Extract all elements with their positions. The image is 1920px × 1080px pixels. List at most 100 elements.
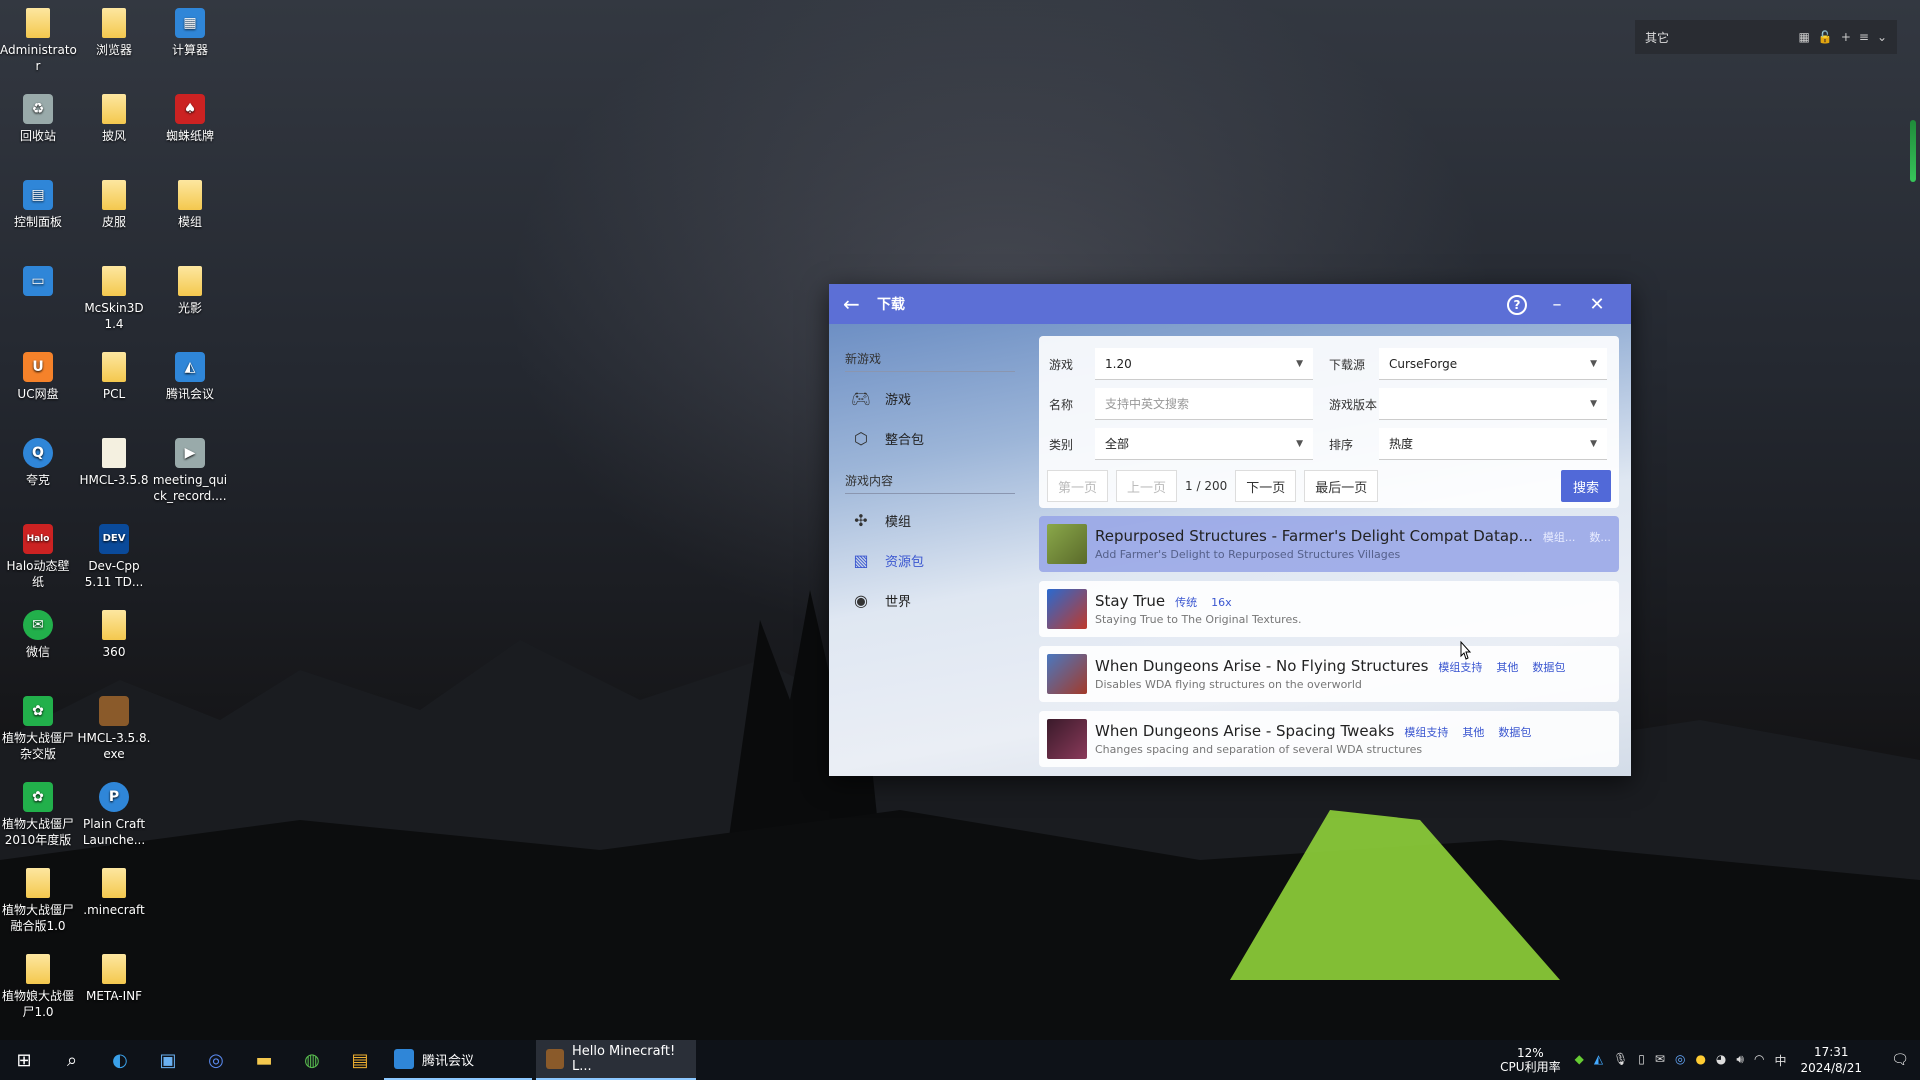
taskbar-app-tencent-meeting[interactable]: 腾讯会议	[384, 1040, 532, 1080]
result-description: Changes spacing and separation of severa…	[1095, 743, 1423, 756]
ime-indicator[interactable]: 中	[1774, 1052, 1786, 1069]
cpu-percent: 12%	[1517, 1046, 1544, 1060]
store-icon[interactable]: ▣	[144, 1040, 192, 1080]
desktop-icon-mods[interactable]: 模组	[152, 180, 228, 230]
game-version-select[interactable]: 1.20 ▼	[1095, 348, 1313, 380]
sidebar-item-mods[interactable]: ✣ 模组	[845, 500, 1015, 540]
desktop-icon-cape[interactable]: 披风	[76, 94, 152, 144]
mail-icon[interactable]: ✉	[1655, 1052, 1665, 1069]
desktop-icon-recycle-bin[interactable]: ♻ 回收站	[0, 94, 76, 144]
browser-icon[interactable]: ◎	[192, 1040, 240, 1080]
sidebar-item-modpack[interactable]: ⬡ 整合包	[845, 418, 1015, 458]
next-page-button[interactable]: 下一页	[1235, 470, 1297, 502]
desktop-icon-shaders[interactable]: 光影	[152, 266, 228, 316]
desktop-icon-spider-solitaire[interactable]: ♠ 蜘蛛纸牌	[152, 94, 228, 144]
desktop-icon-pvz-girl[interactable]: 植物娘大战僵 尸1.0	[0, 954, 76, 1020]
result-thumbnail	[1047, 654, 1087, 694]
desktop-icon-pvz-hybrid[interactable]: ✿ 植物大战僵尸 杂交版	[0, 696, 76, 762]
result-tag: 其他	[1496, 661, 1519, 674]
desktop-icon-label: 回收站	[19, 129, 56, 143]
windows-start-icon[interactable]: ⊞	[0, 1040, 48, 1080]
desktop-icon-uc-drive[interactable]: U UC网盘	[0, 352, 76, 402]
wifi-icon[interactable]: ◠	[1754, 1052, 1764, 1069]
notification-icon[interactable]: 🗨︎	[1880, 1052, 1920, 1068]
close-button[interactable]: ✕	[1577, 294, 1617, 315]
plus-icon[interactable]: +	[1841, 30, 1851, 44]
nvidia-icon[interactable]: ◆	[1575, 1052, 1584, 1069]
sort-select[interactable]: 热度 ▼	[1379, 428, 1607, 460]
desktop-icon-tencent-meeting[interactable]: ◭ 腾讯会议	[152, 352, 228, 402]
usb-icon[interactable]: ▯	[1638, 1052, 1645, 1069]
desktop-icon-hmcl-file[interactable]: HMCL-3.5.8	[76, 438, 152, 488]
desktop-icon-browser[interactable]: 浏览器	[76, 8, 152, 58]
desktop-icon-hmcl-exe[interactable]: HMCL-3.5.8. exe	[76, 696, 152, 762]
sidebar-item-worlds[interactable]: ◉ 世界	[845, 580, 1015, 620]
edge-browser-icon[interactable]: ◐	[96, 1040, 144, 1080]
pcl-launcher-icon: P	[99, 782, 129, 812]
result-tag: 传统	[1175, 596, 1198, 609]
menu-icon[interactable]: ≡	[1859, 30, 1869, 44]
name-search-input[interactable]: 支持中英文搜索	[1095, 388, 1313, 420]
desktop-icon-pvz-fusion[interactable]: 植物大战僵尸 融合版1.0	[0, 868, 76, 934]
list-item[interactable]: Repurposed Structures - Farmer's Delight…	[1039, 516, 1619, 572]
sort-label: 排序	[1329, 437, 1354, 452]
sidebar-item-resourcepacks[interactable]: ▧ 资源包	[845, 540, 1015, 580]
list-item[interactable]: When Dungeons Arise - No Flying Structur…	[1039, 646, 1619, 702]
search-icon[interactable]: ⌕	[48, 1040, 96, 1080]
resourcepack-icon: ▧	[853, 550, 869, 570]
tencent-meeting-tray-icon[interactable]: ◭	[1594, 1052, 1603, 1069]
list-item[interactable]: Stay True 传统 16x Staying True to The Ori…	[1039, 581, 1619, 637]
top-right-panel[interactable]: 其它 ▦ 🔓 + ≡ ⌄	[1635, 20, 1897, 54]
computer-icon: ▭	[23, 266, 53, 296]
desktop-icon-pvz-2010[interactable]: ✿ 植物大战僵尸 2010年度版	[0, 782, 76, 848]
prev-page-button[interactable]: 上一页	[1116, 470, 1178, 502]
download-source-select[interactable]: CurseForge ▼	[1379, 348, 1607, 380]
desktop-icon-control-panel[interactable]: ▤ 控制面板	[0, 180, 76, 230]
game-version-value: 1.20	[1105, 356, 1132, 371]
desktop-icon-dev-cpp[interactable]: DEV Dev-Cpp 5.11 TD...	[76, 524, 152, 590]
desktop-icon-dot-minecraft[interactable]: .minecraft	[76, 868, 152, 918]
category-select[interactable]: 全部 ▼	[1095, 428, 1313, 460]
security-icon[interactable]: ●	[1695, 1052, 1705, 1069]
sidebar-item-game[interactable]: 🎮︎ 游戏	[845, 378, 1015, 418]
green-app-icon[interactable]: ◍	[288, 1040, 336, 1080]
taskbar-app-hmcl[interactable]: Hello Minecraft! L...	[536, 1040, 696, 1080]
minimize-button[interactable]: –	[1537, 294, 1577, 315]
desktop-icon-mcskin3d[interactable]: McSkin3D 1.4	[76, 266, 152, 332]
help-button[interactable]: ?	[1497, 293, 1537, 315]
folder-icon	[26, 954, 50, 984]
sidebar: 新游戏 🎮︎ 游戏 ⬡ 整合包 游戏内容 ✣ 模组 ▧ 资源包 ◉ 世界	[845, 344, 1015, 620]
desktop-icon-pcl[interactable]: PCL	[76, 352, 152, 402]
desktop-icon-halo[interactable]: Halo Halo动态壁 纸	[0, 524, 76, 590]
file-explorer-icon[interactable]: ▬	[240, 1040, 288, 1080]
desktop-icon-administrator[interactable]: Administrato r	[0, 8, 77, 74]
back-arrow-icon[interactable]: ←	[843, 292, 867, 316]
microphone-icon[interactable]: 🎙︎	[1613, 1052, 1628, 1069]
desktop-icon-meeting-record[interactable]: ▶ meeting_qui ck_record....	[152, 438, 228, 504]
desktop-icon-360[interactable]: 360	[76, 610, 152, 660]
list-item[interactable]: When Dungeons Arise - Spacing Tweaks 模组支…	[1039, 711, 1619, 767]
desktop-icon-calculator[interactable]: ▦ 计算器	[152, 8, 228, 58]
desktop-icon-computer[interactable]: ▭	[0, 266, 76, 300]
search-button[interactable]: 搜索	[1560, 470, 1611, 502]
game-version-filter-select[interactable]: ▼	[1379, 388, 1607, 420]
first-page-button[interactable]: 第一页	[1047, 470, 1109, 502]
clock[interactable]: 17:31 2024/8/21	[1800, 1044, 1862, 1076]
desktop-icon-wechat[interactable]: ✉ 微信	[0, 610, 76, 660]
desktop-icon-meta-inf[interactable]: META-INF	[76, 954, 152, 1004]
files-app-icon[interactable]: ▤	[336, 1040, 384, 1080]
desktop-icon-quark[interactable]: Q 夸克	[0, 438, 76, 488]
chevron-down-icon[interactable]: ⌄	[1877, 30, 1887, 44]
lock-icon[interactable]: 🔓	[1818, 30, 1833, 44]
grid-icon[interactable]: ▦	[1799, 30, 1810, 44]
desktop-icon-skin[interactable]: 皮服	[76, 180, 152, 230]
game-label: 游戏	[1049, 357, 1074, 372]
chrome-icon[interactable]: ◕	[1716, 1052, 1726, 1069]
last-page-button[interactable]: 最后一页	[1304, 470, 1379, 502]
dropdown-caret-icon: ▼	[1296, 438, 1303, 449]
cpu-usage[interactable]: 12% CPU利用率	[1500, 1046, 1560, 1074]
volume-icon[interactable]: 🔊︎	[1736, 1052, 1744, 1069]
side-scroll-indicator[interactable]	[1910, 120, 1916, 182]
desktop-icon-plain-craft-launcher[interactable]: P Plain Craft Launche...	[76, 782, 152, 848]
browser-tray-icon[interactable]: ◎	[1675, 1052, 1685, 1069]
